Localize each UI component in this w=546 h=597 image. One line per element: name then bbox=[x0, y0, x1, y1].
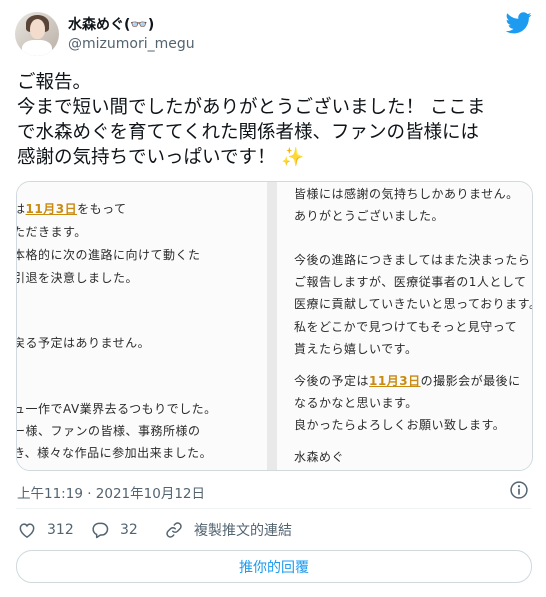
tweet-line-text: 感謝の気持ちでいっぱいです！ bbox=[17, 147, 282, 168]
tweet-line: ご報告。 bbox=[17, 72, 92, 93]
tweet-line: 感謝の気持ちでいっぱいです！ ✨ bbox=[17, 145, 532, 170]
info-icon[interactable] bbox=[509, 480, 529, 500]
author-handle[interactable]: @mizumori_megu bbox=[68, 36, 195, 52]
media-image-right[interactable]: 皆様には感謝の気持ちしかありません。 ありがとうございました。 今後の進路につき… bbox=[277, 182, 532, 470]
avatar[interactable] bbox=[15, 12, 59, 56]
twitter-bird-icon[interactable] bbox=[506, 12, 532, 34]
note-line: 医療に貢献していきたいと思っております。 bbox=[294, 297, 533, 311]
note-line: ただきます。 bbox=[16, 225, 87, 239]
tweet-timestamp[interactable]: 上午11:19 · 2021年10月12日 bbox=[17, 482, 205, 502]
divider bbox=[16, 508, 531, 509]
author-display-name[interactable]: 水森めぐ(👓) bbox=[68, 14, 154, 34]
note-line: 水森めぐ bbox=[294, 450, 345, 464]
note-line: 皆様には感謝の気持ちしかありません。 bbox=[294, 187, 519, 201]
reply-action-button[interactable]: 32 bbox=[90, 518, 138, 542]
tweet-line: で水森めぐを育ててくれた関係者様、ファンの皆様には bbox=[17, 122, 479, 143]
tweet-media[interactable]: は11月3日をもって ただきます。 本格的に次の進路に向けて動くた 引退を決意し… bbox=[16, 181, 533, 471]
note-line: 戻る予定はありません。 bbox=[16, 336, 151, 350]
note-line: 本格的に次の進路に向けて動くた bbox=[16, 248, 201, 262]
note-line: ありがとうございました。 bbox=[294, 209, 445, 223]
sparkles-emoji: ✨ bbox=[281, 147, 305, 168]
copy-link-button[interactable]: 複製推文的連結 bbox=[164, 518, 292, 542]
note-line: 今後の予定は11月3日の撮影会が最後に bbox=[294, 374, 521, 388]
note-line: き、様々な作品に参加出来ました。 bbox=[16, 446, 213, 460]
note-line: ュ一作でAV業界去るつもりでした。 bbox=[16, 402, 217, 416]
note-line: は11月3日をもって bbox=[17, 202, 127, 216]
reply-count: 32 bbox=[120, 522, 138, 538]
copy-link-label: 複製推文的連結 bbox=[194, 523, 292, 539]
tweet-line: 今まで短い間でしたがありがとうございました！ ここま bbox=[17, 97, 486, 118]
tweet-your-reply-button[interactable]: 推你的回覆 bbox=[16, 550, 532, 583]
date-highlight: 11月3日 bbox=[369, 374, 421, 388]
note-line: 今後の進路につきましてはまた決まったら bbox=[294, 253, 531, 267]
note-line: 貰えたら嬉しいです。 bbox=[294, 342, 418, 356]
tweet-card: 水森めぐ(👓) @mizumori_megu ご報告。 今まで短い間でしたがあり… bbox=[0, 0, 546, 597]
reply-icon bbox=[92, 522, 109, 539]
tweet-text: ご報告。 今まで短い間でしたがありがとうございました！ ここま で水森めぐを育て… bbox=[17, 70, 532, 170]
note-line: 引退を決意しました。 bbox=[16, 271, 139, 285]
note-line: 良かったらよろしくお願い致します。 bbox=[294, 418, 506, 432]
link-icon bbox=[166, 522, 182, 538]
note-line: なるかなと思います。 bbox=[294, 396, 418, 410]
heart-icon bbox=[19, 523, 35, 538]
media-image-left[interactable]: は11月3日をもって ただきます。 本格的に次の進路に向けて動くた 引退を決意し… bbox=[17, 182, 267, 470]
note-line: ご報告しますが、医療従事者の1人として bbox=[294, 275, 527, 289]
like-button[interactable]: 312 bbox=[17, 518, 74, 542]
like-count: 312 bbox=[47, 522, 74, 538]
note-line: ー様、ファンの皆様、事務所様の bbox=[16, 424, 201, 438]
note-line: 私をどこかで見つけてもそっと見守って bbox=[294, 320, 518, 334]
media-divider bbox=[267, 182, 277, 470]
date-highlight: 11月3日 bbox=[25, 202, 78, 216]
